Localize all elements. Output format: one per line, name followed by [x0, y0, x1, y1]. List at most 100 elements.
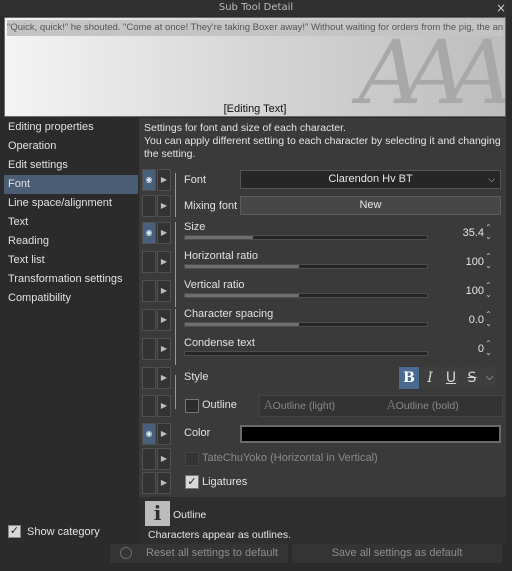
sidebar-item-text[interactable]: Text	[4, 213, 138, 232]
settings-panel: Settings for font and size of each chara…	[139, 118, 506, 544]
show-category-checkbox[interactable]: ✓	[8, 525, 21, 538]
save-settings-button[interactable]: Save all settings as default	[292, 544, 502, 563]
outline-checkbox[interactable]	[185, 399, 199, 413]
outline-options: AOutline (light) AOutline (bold)	[259, 395, 503, 417]
save-settings-label: Save all settings as default	[331, 547, 463, 559]
mixing-font-new-button[interactable]: New	[240, 196, 501, 215]
font-row: ◉ ▶ Font Clarendon Hv BT ⌵	[139, 168, 506, 217]
horizontal-ratio-spin-up-icon[interactable]: ⌃	[484, 253, 493, 261]
expand-arrow-icon[interactable]: ▶	[157, 367, 171, 389]
expand-arrow-icon[interactable]: ▶	[157, 423, 171, 445]
window-title: Sub Tool Detail	[218, 2, 294, 13]
sidebar-item-transformation-settings[interactable]: Transformation settings	[4, 270, 138, 289]
condense-text-slider[interactable]	[184, 351, 428, 356]
eye-icon[interactable]: ◉	[142, 423, 156, 445]
character-spacing-slider[interactable]	[184, 322, 428, 327]
eye-icon[interactable]	[142, 448, 156, 470]
eye-icon[interactable]: ◉	[142, 169, 156, 191]
eye-icon[interactable]	[142, 309, 156, 331]
sidebar-item-text-list[interactable]: Text list	[4, 251, 138, 270]
color-row: ◉ ▶ Color	[139, 421, 506, 447]
outline-light-icon: A	[264, 398, 273, 412]
vertical-ratio-spin-down-icon[interactable]: ⌄	[484, 291, 493, 299]
panel-description: Settings for font and size of each chara…	[144, 122, 504, 161]
vertical-ratio-value[interactable]: 100	[424, 285, 484, 297]
condense-text-row: ▶ Condense text 0 ⌃ ⌄	[139, 336, 506, 363]
close-icon[interactable]: ×	[496, 0, 506, 16]
show-category-toggle[interactable]: ✓ Show category	[8, 525, 100, 538]
color-label: Color	[184, 427, 211, 439]
vertical-ratio-row: ▶ Vertical ratio 100 ⌃ ⌄	[139, 278, 506, 305]
horizontal-ratio-slider[interactable]	[184, 264, 428, 269]
condense-text-spin-down-icon[interactable]: ⌄	[484, 349, 493, 357]
eye-icon[interactable]	[142, 367, 156, 389]
vertical-ratio-slider-fill	[185, 294, 299, 297]
tatechuyoko-checkbox	[185, 452, 199, 466]
underline-button[interactable]: U	[441, 367, 461, 389]
condense-text-label: Condense text	[184, 337, 255, 349]
sidebar-item-edit-settings[interactable]: Edit settings	[4, 156, 138, 175]
font-select[interactable]: Clarendon Hv BT ⌵	[240, 170, 501, 189]
style-row: ▶ Style B I U S ⌵	[139, 365, 506, 409]
condense-text-value[interactable]: 0	[424, 343, 484, 355]
character-spacing-label: Character spacing	[184, 308, 274, 320]
size-value[interactable]: 35.4	[424, 227, 484, 239]
color-swatch[interactable]	[240, 425, 501, 443]
eye-icon[interactable]	[142, 395, 156, 417]
eye-icon[interactable]: ◉	[142, 222, 156, 244]
strikethrough-button[interactable]: S	[462, 367, 482, 389]
expand-arrow-icon[interactable]: ▶	[157, 472, 171, 494]
outline-light-option[interactable]: AOutline (light)	[264, 398, 335, 412]
outline-bold-option[interactable]: AOutline (bold)	[387, 398, 459, 412]
expand-arrow-icon[interactable]: ▶	[157, 251, 171, 273]
window-titlebar: Sub Tool Detail ×	[0, 0, 512, 16]
style-buttons: B I U S ⌵	[399, 367, 496, 389]
style-more-chevron-icon[interactable]: ⌵	[483, 367, 496, 389]
reset-settings-button[interactable]: Reset all settings to default	[110, 544, 288, 563]
eye-icon[interactable]	[142, 472, 156, 494]
expand-arrow-icon[interactable]: ▶	[157, 395, 171, 417]
expand-arrow-icon[interactable]: ▶	[157, 280, 171, 302]
sidebar-item-line-space-alignment[interactable]: Line space/alignment	[4, 194, 138, 213]
expand-arrow-icon[interactable]: ▶	[157, 222, 171, 244]
info-text: Characters appear as outlines.	[148, 529, 291, 541]
expand-arrow-icon[interactable]: ▶	[157, 169, 171, 191]
sidebar-item-editing-properties[interactable]: Editing properties	[4, 118, 138, 137]
bold-button[interactable]: B	[399, 367, 419, 389]
info-title: Outline	[173, 509, 207, 521]
eye-icon[interactable]	[142, 338, 156, 360]
expand-arrow-icon[interactable]: ▶	[157, 338, 171, 360]
character-spacing-spin-up-icon[interactable]: ⌃	[484, 311, 493, 319]
expand-arrow-icon[interactable]: ▶	[157, 448, 171, 470]
character-spacing-slider-fill	[185, 323, 299, 326]
sidebar-item-operation[interactable]: Operation	[4, 137, 138, 156]
vertical-ratio-spin-up-icon[interactable]: ⌃	[484, 282, 493, 290]
size-spin-up-icon[interactable]: ⌃	[484, 224, 493, 232]
italic-button[interactable]: I	[420, 367, 440, 389]
size-spin-down-icon[interactable]: ⌄	[484, 233, 493, 241]
horizontal-ratio-value[interactable]: 100	[424, 256, 484, 268]
expand-arrow-icon[interactable]: ▶	[157, 195, 171, 217]
outline-label: Outline	[202, 399, 237, 411]
sidebar-item-reading[interactable]: Reading	[4, 232, 138, 251]
ligatures-checkbox[interactable]: ✓	[185, 475, 199, 489]
horizontal-ratio-spin-down-icon[interactable]: ⌄	[484, 262, 493, 270]
sidebar-item-font[interactable]: Font	[4, 175, 138, 194]
size-slider[interactable]	[184, 235, 428, 240]
eye-icon[interactable]	[142, 195, 156, 217]
condense-text-spin-up-icon[interactable]: ⌃	[484, 340, 493, 348]
eye-icon[interactable]	[142, 280, 156, 302]
expand-arrow-icon[interactable]: ▶	[157, 309, 171, 331]
vertical-ratio-slider[interactable]	[184, 293, 428, 298]
character-spacing-spin-down-icon[interactable]: ⌄	[484, 320, 493, 328]
font-label: Font	[184, 174, 207, 186]
sidebar-item-compatibility[interactable]: Compatibility	[4, 289, 138, 308]
preview-caption: [Editing Text]	[223, 103, 287, 115]
eye-icon[interactable]	[142, 251, 156, 273]
size-row: ◉ ▶ Size 35.4 ⌃ ⌄	[139, 220, 506, 307]
show-category-label: Show category	[27, 525, 100, 538]
ligatures-row: ▶ ✓ Ligatures	[139, 471, 506, 495]
horizontal-ratio-slider-fill	[185, 265, 299, 268]
character-spacing-value[interactable]: 0.0	[424, 314, 484, 326]
tatechuyoko-row: ▶ TateChuYoko (Horizontal in Vertical)	[139, 447, 506, 471]
